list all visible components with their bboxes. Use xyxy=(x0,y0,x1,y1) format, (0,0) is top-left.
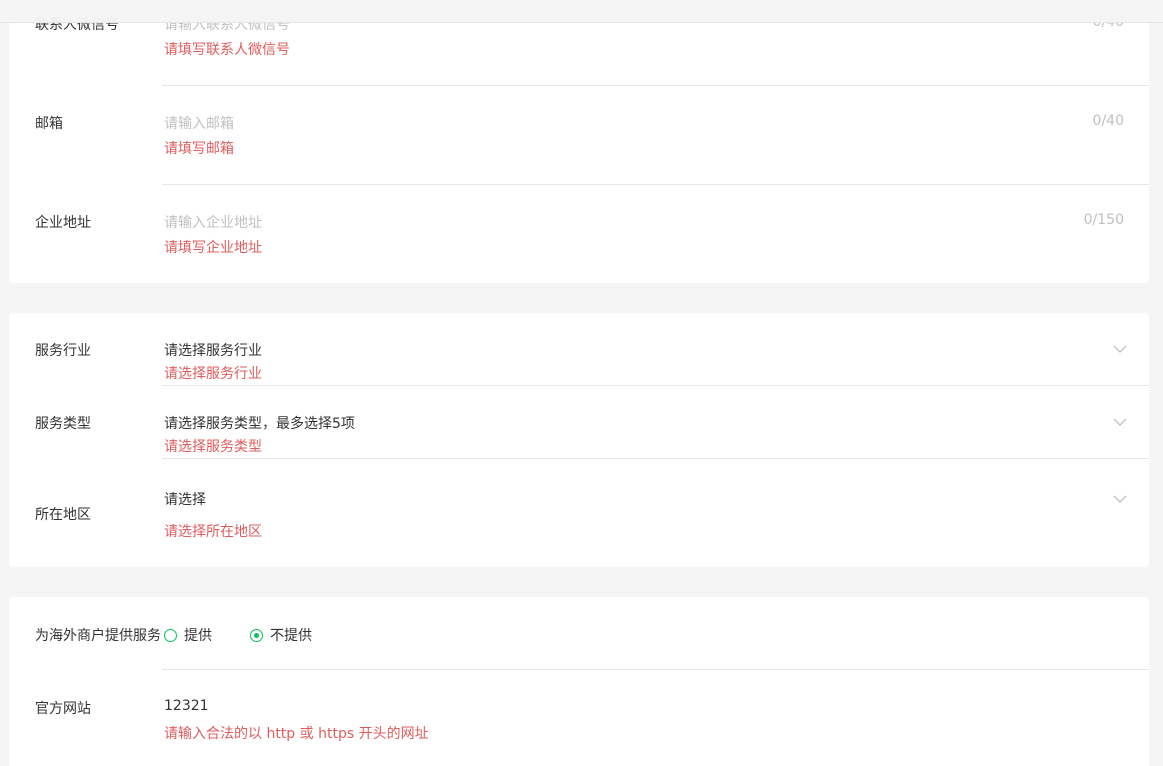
email-error: 请填写邮箱 xyxy=(164,141,234,157)
service-type-value: 请选择服务类型，最多选择5项 xyxy=(164,416,355,432)
region-error: 请选择所在地区 xyxy=(164,524,262,540)
region-label: 所在地区 xyxy=(35,507,91,523)
email-label: 邮箱 xyxy=(35,116,63,132)
address-error: 请填写企业地址 xyxy=(164,240,262,256)
industry-error: 请选择服务行业 xyxy=(164,366,262,382)
form-page: 联系人微信号 请输入联系人微信号 0/40 请填写联系人微信号 邮箱 请输入邮箱… xyxy=(0,0,1163,766)
wechat-error: 请填写联系人微信号 xyxy=(164,42,290,58)
region-select[interactable]: 所在地区 请选择 请选择所在地区 xyxy=(9,459,1149,567)
address-counter: 0/150 xyxy=(1083,212,1124,228)
radio-checked-icon xyxy=(250,628,263,642)
email-row: 邮箱 请输入邮箱 0/40 请填写邮箱 xyxy=(9,86,1149,185)
contact-info-card: 联系人微信号 请输入联系人微信号 0/40 请填写联系人微信号 邮箱 请输入邮箱… xyxy=(9,0,1149,283)
service-type-label: 服务类型 xyxy=(35,416,91,432)
overseas-label: 为海外商户提供服务 xyxy=(35,628,161,644)
email-input[interactable]: 请输入邮箱 xyxy=(164,113,234,133)
industry-label: 服务行业 xyxy=(35,343,91,359)
service-type-select[interactable]: 服务类型 请选择服务类型，最多选择5项 请选择服务类型 xyxy=(9,386,1149,459)
top-bar xyxy=(0,0,1163,23)
radio-circle-icon xyxy=(164,628,177,642)
industry-select[interactable]: 服务行业 请选择服务行业 请选择服务行业 xyxy=(9,313,1149,386)
radio-not-provide[interactable]: 不提供 xyxy=(250,625,312,645)
radio-provide[interactable]: 提供 xyxy=(164,625,212,645)
overseas-website-card: 为海外商户提供服务 提供 不提供 官方网站 12321 请输入合法的以 http… xyxy=(9,597,1149,766)
address-input[interactable]: 请输入企业地址 xyxy=(164,212,262,232)
chevron-down-icon xyxy=(1113,495,1127,503)
email-counter: 0/40 xyxy=(1092,113,1124,129)
address-row: 企业地址 请输入企业地址 0/150 请填写企业地址 xyxy=(9,185,1149,283)
service-type-error: 请选择服务类型 xyxy=(164,439,262,455)
chevron-down-icon xyxy=(1113,345,1127,353)
website-label: 官方网站 xyxy=(35,701,91,717)
radio-provide-label: 提供 xyxy=(184,628,212,644)
industry-value: 请选择服务行业 xyxy=(164,343,262,359)
website-input[interactable]: 12321 xyxy=(164,698,209,714)
website-error: 请输入合法的以 http 或 https 开头的网址 xyxy=(164,726,429,742)
website-row: 官方网站 12321 请输入合法的以 http 或 https 开头的网址 xyxy=(9,670,1149,766)
service-info-card: 服务行业 请选择服务行业 请选择服务行业 服务类型 请选择服务类型，最多选择5项… xyxy=(9,313,1149,567)
overseas-radio-group: 提供 不提供 xyxy=(164,625,350,645)
chevron-down-icon xyxy=(1113,418,1127,426)
radio-not-provide-label: 不提供 xyxy=(270,628,312,644)
region-value: 请选择 xyxy=(164,492,206,508)
address-label: 企业地址 xyxy=(35,215,91,231)
overseas-row: 为海外商户提供服务 提供 不提供 xyxy=(9,597,1149,670)
